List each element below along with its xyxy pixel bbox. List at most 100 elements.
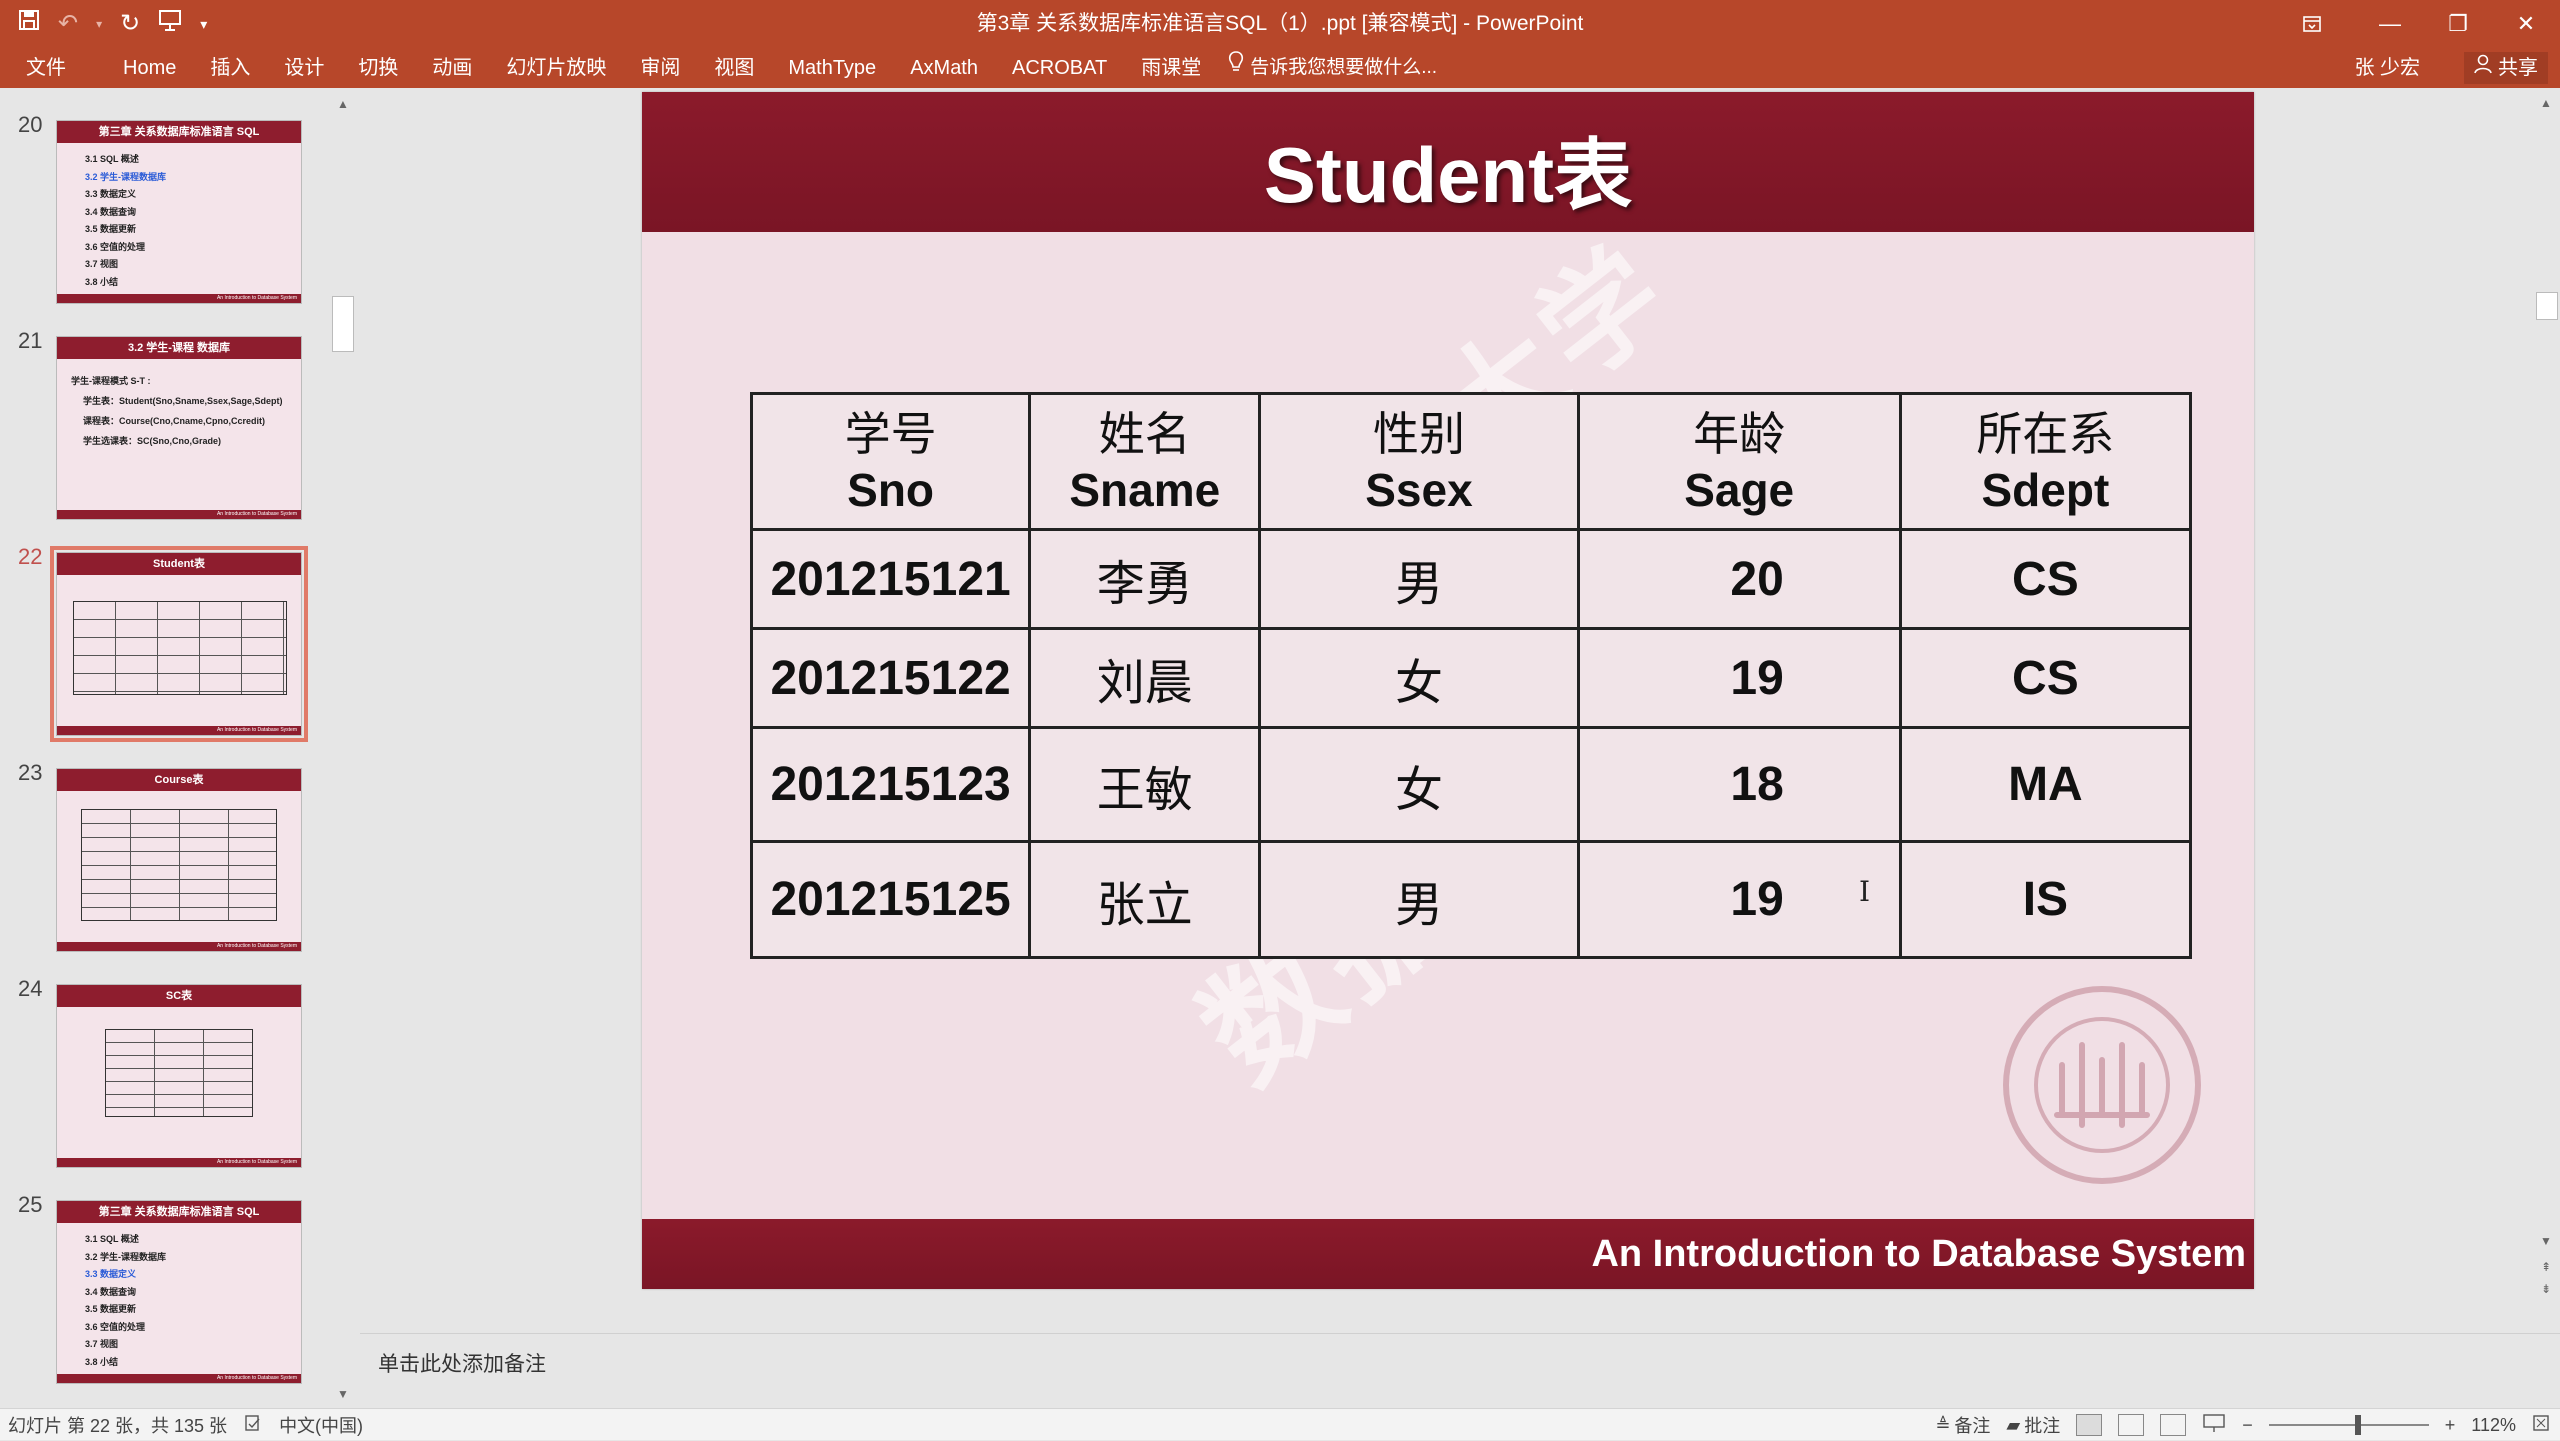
tab-rain-classroom[interactable]: 雨课堂 [1124, 48, 1218, 88]
notes-toggle[interactable]: ≜ 备注 [1935, 1412, 1990, 1438]
minimize-icon[interactable]: — [2356, 0, 2424, 48]
cell-ssex[interactable]: 男 [1258, 528, 1580, 630]
cell-sno[interactable]: 201215125 [749, 840, 1032, 959]
share-button[interactable]: 共享 [2464, 52, 2548, 84]
share-label: 共享 [2498, 57, 2538, 79]
restore-icon[interactable]: ❐ [2424, 0, 2492, 48]
header-en: Ssex [1365, 463, 1473, 516]
header-cn: 性别 [1372, 406, 1465, 461]
thumb-line: 学生表：Student(Sno,Sname,Ssex,Sage,Sdept) [83, 396, 283, 406]
slide-thumbnail-20[interactable]: 第三章 关系数据库标准语言 SQL 3.1 SQL 概述 3.2 学生-课程数据… [56, 120, 302, 304]
scroll-up-icon[interactable]: ▲ [2532, 92, 2560, 114]
tab-transitions[interactable]: 切换 [341, 48, 415, 88]
header-cn: 姓名 [1098, 406, 1191, 461]
present-icon[interactable] [158, 6, 182, 42]
cell-sage[interactable]: 20 [1576, 528, 1902, 630]
tab-acrobat[interactable]: ACROBAT [995, 48, 1124, 88]
cell-sname[interactable]: 李勇 [1028, 528, 1262, 630]
tab-design[interactable]: 设计 [267, 48, 341, 88]
tab-home[interactable]: Home [106, 48, 193, 88]
table-header-row: 学号 Sno 姓名 Sname 性别 Ssex 年龄 Sage 所在系 Sdept [749, 392, 2193, 531]
slide-thumbnail-21[interactable]: 3.2 学生-课程 数据库 学生-课程模式 S-T : 学生表：Student(… [56, 336, 302, 520]
thumb-line: 3.1 SQL 概述 [85, 1234, 139, 1244]
cell-sage[interactable]: 18 [1576, 726, 1902, 843]
tab-review[interactable]: 审阅 [623, 48, 697, 88]
notes-icon: ≜ [1935, 1414, 1951, 1435]
thumb-line: 3.7 视图 [85, 259, 119, 269]
zoom-slider-knob[interactable] [2354, 1415, 2361, 1435]
slideshow-view-icon[interactable] [2202, 1413, 2226, 1438]
save-icon[interactable] [18, 6, 40, 42]
comments-toggle[interactable]: ▰ 批注 [2006, 1412, 2060, 1438]
slide-thumbnail-24[interactable]: SC表 An Introduction to Database System [56, 984, 302, 1168]
cell-ssex[interactable]: 女 [1258, 726, 1580, 843]
scrollbar-thumb[interactable] [332, 296, 354, 352]
zoom-in-button[interactable]: + [2445, 1415, 2456, 1436]
scroll-down-icon[interactable]: ▼ [2532, 1230, 2560, 1252]
ribbon-display-options-icon[interactable] [2278, 0, 2346, 48]
tab-slideshow[interactable]: 幻灯片放映 [489, 48, 623, 88]
zoom-out-button[interactable]: − [2242, 1415, 2253, 1436]
tab-axmath[interactable]: AxMath [893, 48, 995, 88]
thumbnail-scrollbar[interactable]: ▲ ▼ [330, 88, 356, 1408]
cell-sname[interactable]: 张立 [1028, 840, 1262, 959]
fit-to-window-icon[interactable] [2532, 1414, 2550, 1437]
slide-sorter-view-icon[interactable] [2118, 1414, 2145, 1436]
undo-dropdown-icon[interactable]: ▾ [96, 6, 102, 42]
cell-sage[interactable]: 19 [1576, 840, 1902, 959]
scrollbar-thumb[interactable] [2536, 292, 2558, 320]
slide-canvas[interactable]: Student表 中国人民大学 数据库系统概论 学号Sno 姓名Sname 性别… [642, 92, 2254, 1289]
scroll-down-icon[interactable]: ▼ [330, 1384, 356, 1404]
editor-scrollbar[interactable]: ▲ ▼ ⇞ ⇟ [2532, 88, 2560, 1333]
thumb-table [105, 1029, 253, 1117]
thumb-title: 第三章 关系数据库标准语言 SQL [57, 121, 301, 143]
cell-sdept[interactable]: CS [1898, 528, 2193, 630]
cell-sno[interactable]: 201215122 [749, 627, 1032, 729]
slide-number: 20 [18, 112, 43, 137]
zoom-level[interactable]: 112% [2471, 1415, 2516, 1436]
slide-footer-text[interactable]: An Introduction to Database System [1591, 1233, 2246, 1275]
scroll-up-icon[interactable]: ▲ [330, 94, 356, 114]
cell-sdept[interactable]: IS [1898, 840, 2193, 959]
language-indicator[interactable]: 中文(中国) [279, 1412, 363, 1438]
cell-ssex[interactable]: 男 [1258, 840, 1580, 959]
cell-sname[interactable]: 刘晨 [1028, 627, 1262, 729]
student-table[interactable]: 学号 Sno 姓名 Sname 性别 Ssex 年龄 Sage 所在系 Sdept 201… [749, 392, 2193, 959]
normal-view-icon[interactable] [2076, 1414, 2103, 1436]
user-name[interactable]: 张 少宏 [2354, 48, 2420, 88]
cell-sdept[interactable]: CS [1898, 627, 2193, 729]
status-bar: 幻灯片 第 22 张，共 135 张 中文(中国) ≜ 备注 ▰ 批注 − + … [0, 1408, 2560, 1440]
redo-icon[interactable]: ↻ [120, 6, 140, 42]
thumb-line: 3.3 数据定义 [85, 189, 137, 199]
thumb-line: 3.3 数据定义 [85, 1269, 137, 1279]
close-icon[interactable]: ✕ [2492, 0, 2560, 48]
previous-slide-icon[interactable]: ⇞ [2532, 1256, 2560, 1278]
notes-placeholder[interactable]: 单击此处添加备注 [378, 1348, 546, 1378]
slide-thumbnail-23[interactable]: Course表 An Introduction to Database Syst… [56, 768, 302, 952]
slide-number: 23 [18, 760, 43, 785]
tab-insert[interactable]: 插入 [193, 48, 267, 88]
cell-sdept[interactable]: MA [1898, 726, 2193, 843]
tab-mathtype[interactable]: MathType [771, 48, 893, 88]
tab-animations[interactable]: 动画 [415, 48, 489, 88]
tab-file[interactable]: 文件 [22, 48, 106, 88]
table-row: 201215123 王敏 女 18 MA [749, 726, 2193, 843]
next-slide-icon[interactable]: ⇟ [2532, 1278, 2560, 1300]
slide-thumbnail-25[interactable]: 第三章 关系数据库标准语言 SQL 3.1 SQL 概述 3.2 学生-课程数据… [56, 1200, 302, 1384]
undo-icon[interactable]: ↶ [58, 6, 78, 42]
header-cn: 年龄 [1693, 406, 1786, 461]
cell-sno[interactable]: 201215121 [749, 528, 1032, 630]
zoom-slider[interactable] [2268, 1415, 2429, 1435]
customize-toolbar-icon[interactable]: ▾ [200, 6, 207, 42]
cell-sage[interactable]: 19 [1576, 627, 1902, 729]
slide-thumbnail-22[interactable]: Student表 An Introduction to Database Sys… [50, 546, 308, 742]
cell-ssex[interactable]: 女 [1258, 627, 1580, 729]
tab-view[interactable]: 视图 [697, 48, 771, 88]
notes-pane[interactable]: 单击此处添加备注 [360, 1333, 2560, 1408]
cell-sname[interactable]: 王敏 [1028, 726, 1262, 843]
reading-view-icon[interactable] [2160, 1414, 2187, 1436]
slide-title[interactable]: Student表 [642, 130, 2254, 220]
spell-check-icon[interactable] [245, 1414, 261, 1436]
cell-sno[interactable]: 201215123 [749, 726, 1032, 843]
tell-me-search[interactable]: 告诉我您想要做什么... [1218, 48, 1437, 88]
